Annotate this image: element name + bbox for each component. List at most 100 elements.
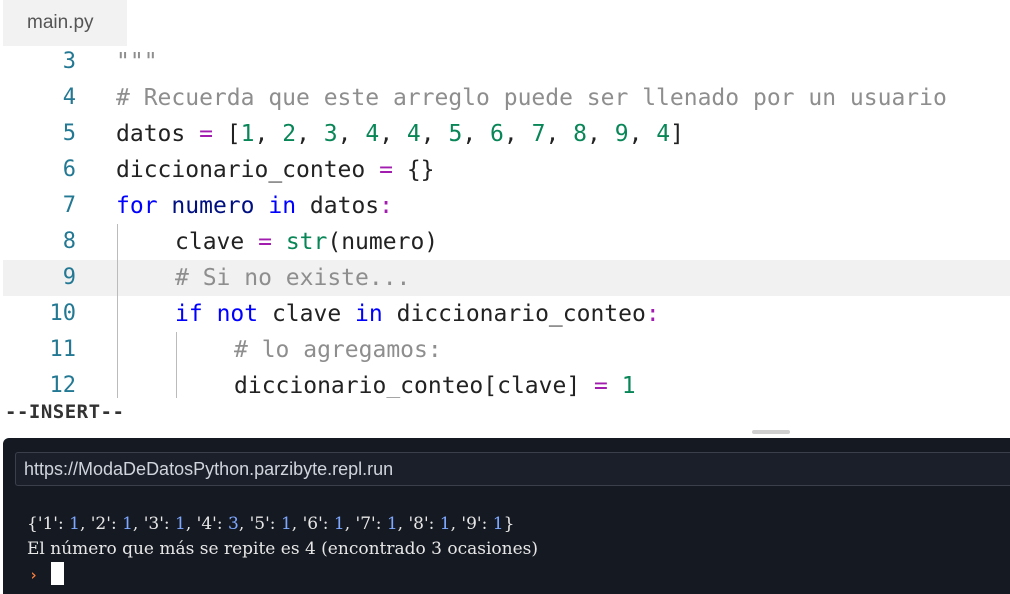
code-line[interactable]: 6 diccionario_conteo = {} [3, 152, 1010, 188]
code-token: (numero) [327, 229, 439, 255]
output-number: 1 [492, 514, 504, 534]
code-token: datos [116, 121, 200, 147]
code-token: 8 [573, 121, 588, 147]
code-token: in [355, 301, 383, 327]
tab-main-py[interactable]: main.py [3, 0, 127, 46]
code-text: datos = [1, 2, 3, 4, 4, 5, 6, 7, 8, 9, 4… [116, 116, 684, 152]
indent-guide [117, 368, 118, 398]
line-number: 11 [49, 337, 77, 362]
output-number: 1 [333, 514, 345, 534]
code-token: str [285, 229, 328, 255]
output-number: 1 [439, 514, 451, 534]
pane-resize-handle[interactable] [752, 430, 790, 434]
code-token: diccionario_conteo [116, 157, 380, 183]
code-editor[interactable]: 3 """ 4 # Recuerda que este arreglo puede s… [3, 46, 1010, 398]
code-token: 4 [406, 121, 421, 147]
code-token: datos [296, 193, 380, 219]
code-token: : [379, 193, 394, 219]
tab-bar-empty [130, 0, 1010, 46]
code-token: = [258, 229, 272, 255]
output-number: 1 [175, 514, 186, 534]
repl-url-field[interactable]: https://ModaDeDatosPython.parzibyte.repl… [15, 452, 1010, 486]
code-token: """ [116, 49, 158, 75]
line-number: 7 [62, 193, 76, 218]
output-number: 1 [122, 514, 133, 534]
code-token: = [594, 373, 608, 398]
code-token: 6 [490, 121, 504, 147]
code-token: 7 [531, 121, 546, 147]
code-token: 4 [656, 121, 671, 147]
output-number: 1 [280, 514, 292, 534]
code-token: [ [212, 121, 241, 147]
code-token: , [296, 121, 324, 147]
code-line[interactable]: 5 datos = [1, 2, 3, 4, 4, 5, 6, 7, 8, 9, … [3, 116, 1010, 152]
line-number: 12 [49, 373, 77, 398]
line-number: 9 [62, 265, 76, 290]
output-number: 1 [69, 514, 80, 534]
code-text: for numero in datos: [116, 188, 393, 224]
indent-guide [176, 368, 177, 398]
code-token: : [645, 301, 660, 327]
code-line[interactable]: 10 if not clave in diccionario_conteo: [3, 296, 1010, 332]
code-text: if not clave in diccionario_conteo: [175, 296, 660, 332]
line-number: 4 [62, 85, 76, 110]
line-number: 8 [62, 229, 76, 254]
code-token: numero [171, 193, 255, 219]
code-token: clave [175, 229, 259, 255]
code-token: , [545, 121, 574, 147]
prompt-chevron-icon: › [29, 566, 39, 584]
repl-url-text: https://ModaDeDatosPython.parzibyte.repl… [24, 459, 394, 479]
code-token: not [216, 301, 259, 327]
code-text: clave = str(numero) [175, 224, 438, 260]
code-token: , [628, 121, 657, 147]
code-token: 2 [282, 121, 297, 147]
code-text: # lo agregamos: [234, 332, 442, 368]
indent-guide [117, 332, 118, 368]
code-token: # Recuerda que este arreglo puede ser ll… [116, 85, 947, 111]
code-token: for [116, 193, 158, 219]
line-number: 6 [62, 157, 76, 182]
indent-guide [117, 296, 118, 332]
tab-label: main.py [27, 12, 94, 33]
code-line[interactable]: 3 """ [3, 46, 1010, 80]
code-line[interactable]: 7 for numero in datos: [3, 188, 1010, 224]
indent-guide [176, 332, 177, 368]
indent-guide [117, 224, 118, 260]
output-number: 1 [386, 514, 398, 534]
code-line[interactable]: 8 clave = str(numero) [3, 224, 1010, 260]
code-line[interactable]: 9 # Si no existe... [3, 260, 1010, 296]
code-token: , [462, 121, 491, 147]
code-text: diccionario_conteo = {} [116, 152, 435, 188]
code-text: # Si no existe... [175, 260, 410, 296]
line-number: 3 [62, 49, 76, 74]
code-token: = [199, 121, 213, 147]
console-output-line: {'1': 1, '2': 1, '3': 1, '4': 3, '5': 1,… [27, 514, 515, 534]
code-line[interactable]: 4 # Recuerda que este arreglo puede ser l… [3, 80, 1010, 116]
code-token: , [420, 121, 449, 147]
code-text: """ [116, 46, 158, 80]
vim-mode-indicator: --INSERT-- [5, 401, 125, 423]
code-text: # Recuerda que este arreglo puede ser ll… [116, 80, 947, 116]
line-number: 5 [62, 121, 76, 146]
code-token: = [379, 157, 393, 183]
code-line[interactable]: 12 diccionario_conteo[clave] = 1 [3, 368, 1010, 398]
line-number: 10 [49, 301, 77, 326]
code-token: clave [258, 301, 356, 327]
indent-guide [117, 260, 118, 296]
tab-bar: main.py [0, 0, 1010, 46]
code-token: # lo agregamos: [234, 337, 442, 363]
code-token: diccionario_conteo [382, 301, 646, 327]
code-token: , [503, 121, 532, 147]
code-token: 5 [448, 121, 463, 147]
console-panel[interactable]: https://ModaDeDatosPython.parzibyte.repl… [3, 438, 1010, 594]
code-token: in [268, 193, 297, 219]
code-line[interactable]: 11 # lo agregamos: [3, 332, 1010, 368]
code-text: diccionario_conteo[clave] = 1 [234, 368, 636, 398]
terminal-cursor[interactable] [51, 562, 64, 585]
code-token: 3 [323, 121, 338, 147]
code-token: {} [392, 157, 435, 183]
